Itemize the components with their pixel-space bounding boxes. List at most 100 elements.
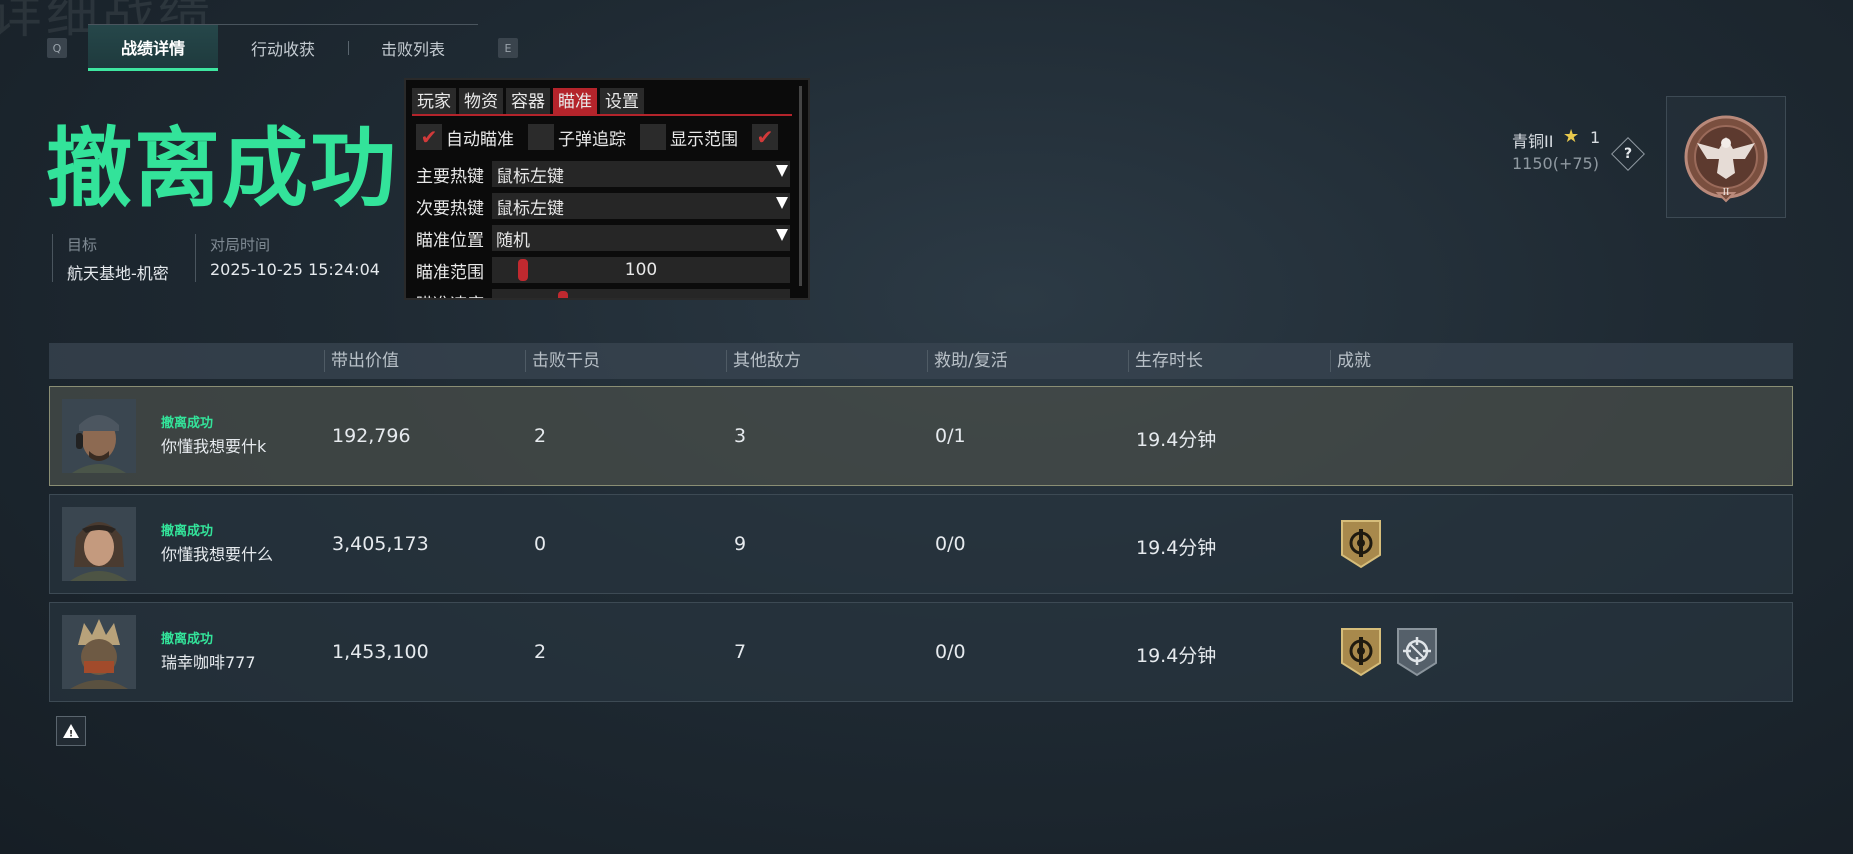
secondary-hotkey-value: 鼠标左键 <box>496 198 564 219</box>
kills-cell: 2 <box>534 425 547 447</box>
table-header: 带出价值 击败干员 其他敌方 救助/复活 生存时长 成就 <box>49 343 1793 379</box>
aim-range-slider[interactable]: 100 <box>492 257 790 283</box>
extra-checkbox[interactable]: ✔ <box>752 124 778 150</box>
aim-range-value: 100 <box>624 260 658 280</box>
aim-range-label: 瞄准范围 <box>416 262 484 283</box>
auto-aim-label: 自动瞄准 <box>446 129 514 150</box>
time-label: 对局时间 <box>210 236 271 254</box>
time-cell: 19.4分钟 <box>1136 537 1217 559</box>
show-range-checkbox[interactable] <box>640 124 666 150</box>
target-label: 目标 <box>67 236 98 254</box>
player-name: 瑞幸咖啡777 <box>161 653 256 672</box>
col-other-enemies: 其他敌方 <box>726 350 801 372</box>
primary-hotkey-select[interactable]: 鼠标左键 <box>492 161 790 187</box>
avatar <box>62 615 136 689</box>
others-cell: 9 <box>734 533 747 555</box>
col-kills: 击败干员 <box>525 350 600 372</box>
meta-time: 对局时间 2025-10-25 15:24:04 <box>195 234 380 282</box>
secondary-hotkey-row: 次要热键 鼠标左键 <box>416 192 790 220</box>
overlay-divider <box>412 114 792 116</box>
rank-name: 青铜II <box>1512 132 1554 151</box>
aim-position-select[interactable]: 随机 <box>492 225 790 251</box>
rank-points: 1150(+75) <box>1512 154 1599 173</box>
gold-badge-icon[interactable] <box>1340 519 1382 569</box>
bullet-track-checkbox[interactable] <box>528 124 554 150</box>
overlay-checkbox-row: ✔ 自动瞄准 子弹追踪 显示范围 ✔ <box>416 124 782 150</box>
others-cell: 7 <box>734 641 747 663</box>
aim-range-row: 瞄准范围 100 <box>416 256 790 284</box>
primary-hotkey-label: 主要热键 <box>416 166 484 187</box>
grey-crosshair-badge-icon[interactable] <box>1396 627 1438 677</box>
auto-aim-checkbox[interactable]: ✔ <box>416 124 442 150</box>
time-cell: 19.4分钟 <box>1136 645 1217 667</box>
avatar <box>62 399 136 473</box>
avatar <box>62 507 136 581</box>
aim-speed-label: 瞄准速度 <box>416 290 492 299</box>
overlay-tab-player[interactable]: 玩家 <box>412 88 456 116</box>
row-status: 撤离成功 <box>161 416 214 431</box>
aim-speed-slider[interactable] <box>492 289 790 298</box>
show-range-label: 显示范围 <box>670 129 738 150</box>
player-name: 你懂我想要什么 <box>161 545 274 564</box>
assist-cell: 0/1 <box>935 425 966 447</box>
table-row[interactable]: 撤离成功 瑞幸咖啡777 1,453,100 2 7 0/0 19.4分钟 <box>49 602 1793 702</box>
help-icon: ? <box>1623 146 1633 162</box>
tab-bar: 战绩详情 行动收获 击败列表 <box>88 24 478 71</box>
meta-target: 目标 航天基地-机密 <box>52 234 169 283</box>
next-tab-hotkey[interactable]: E <box>498 38 518 58</box>
overlay-scrollbar[interactable] <box>799 86 802 286</box>
warning-glyph: ! <box>69 730 73 740</box>
overlay-tab-items[interactable]: 物资 <box>459 88 503 116</box>
secondary-hotkey-label: 次要热键 <box>416 198 484 219</box>
aim-position-value: 随机 <box>496 230 530 251</box>
warning-icon[interactable]: ! <box>56 716 86 746</box>
rank-emblem: II <box>1666 96 1786 218</box>
col-survival: 生存时长 <box>1128 350 1203 372</box>
kills-cell: 2 <box>534 641 547 663</box>
assist-cell: 0/0 <box>935 641 966 663</box>
slider-knob[interactable] <box>518 259 528 281</box>
value-cell: 3,405,173 <box>332 533 429 555</box>
player-name: 你懂我想要什k <box>161 437 267 456</box>
overlay-tab-bar: 玩家 物资 容器 瞄准 设置 <box>412 88 644 116</box>
aim-overlay-window[interactable]: 玩家 物资 容器 瞄准 设置 ✔ 自动瞄准 子弹追踪 显示范围 ✔ 主要热键 鼠… <box>404 78 810 300</box>
dropdown-arrow-icon <box>776 197 788 209</box>
secondary-hotkey-select[interactable]: 鼠标左键 <box>492 193 790 219</box>
eagle-rank-icon: II <box>1684 115 1768 203</box>
result-title: 撤离成功 <box>46 119 398 219</box>
table-row[interactable]: 撤离成功 你懂我想要什么 3,405,173 0 9 0/0 19.4分钟 <box>49 494 1793 594</box>
others-cell: 3 <box>734 425 747 447</box>
tab-record-details[interactable]: 战绩详情 <box>88 25 218 71</box>
time-cell: 19.4分钟 <box>1136 429 1217 451</box>
assist-cell: 0/0 <box>935 533 966 555</box>
primary-hotkey-value: 鼠标左键 <box>496 166 564 187</box>
col-achievements: 成就 <box>1330 350 1371 372</box>
kills-cell: 0 <box>534 533 547 555</box>
primary-hotkey-row: 主要热键 鼠标左键 <box>416 160 790 188</box>
row-status: 撤离成功 <box>161 524 214 539</box>
aim-position-row: 瞄准位置 随机 <box>416 224 790 252</box>
prev-tab-hotkey[interactable]: Q <box>47 38 67 58</box>
value-cell: 1,453,100 <box>332 641 429 663</box>
slider-knob[interactable] <box>558 291 568 298</box>
time-value: 2025-10-25 15:24:04 <box>210 260 380 279</box>
overlay-tab-settings[interactable]: 设置 <box>600 88 644 116</box>
overlay-tab-container[interactable]: 容器 <box>506 88 550 116</box>
tab-action-gains[interactable]: 行动收获 <box>218 25 348 71</box>
col-assist: 救助/复活 <box>927 350 1008 372</box>
rank-numeral: II <box>1723 187 1730 198</box>
overlay-tab-aim[interactable]: 瞄准 <box>553 88 597 116</box>
help-button[interactable]: ? <box>1611 137 1645 171</box>
aim-speed-row: 瞄准速度 <box>416 288 790 299</box>
table-row[interactable]: 撤离成功 你懂我想要什k 192,796 2 3 0/1 19.4分钟 <box>49 386 1793 486</box>
value-cell: 192,796 <box>332 425 411 447</box>
dropdown-arrow-icon <box>776 165 788 177</box>
dropdown-arrow-icon <box>776 229 788 241</box>
rank-stars: 1 <box>1590 128 1601 147</box>
target-value: 航天基地-机密 <box>67 264 169 283</box>
bullet-track-label: 子弹追踪 <box>558 129 626 150</box>
star-icon: ★ <box>1563 126 1580 147</box>
row-status: 撤离成功 <box>161 632 214 647</box>
tab-kill-list[interactable]: 击败列表 <box>348 25 478 71</box>
gold-badge-icon[interactable] <box>1340 627 1382 677</box>
